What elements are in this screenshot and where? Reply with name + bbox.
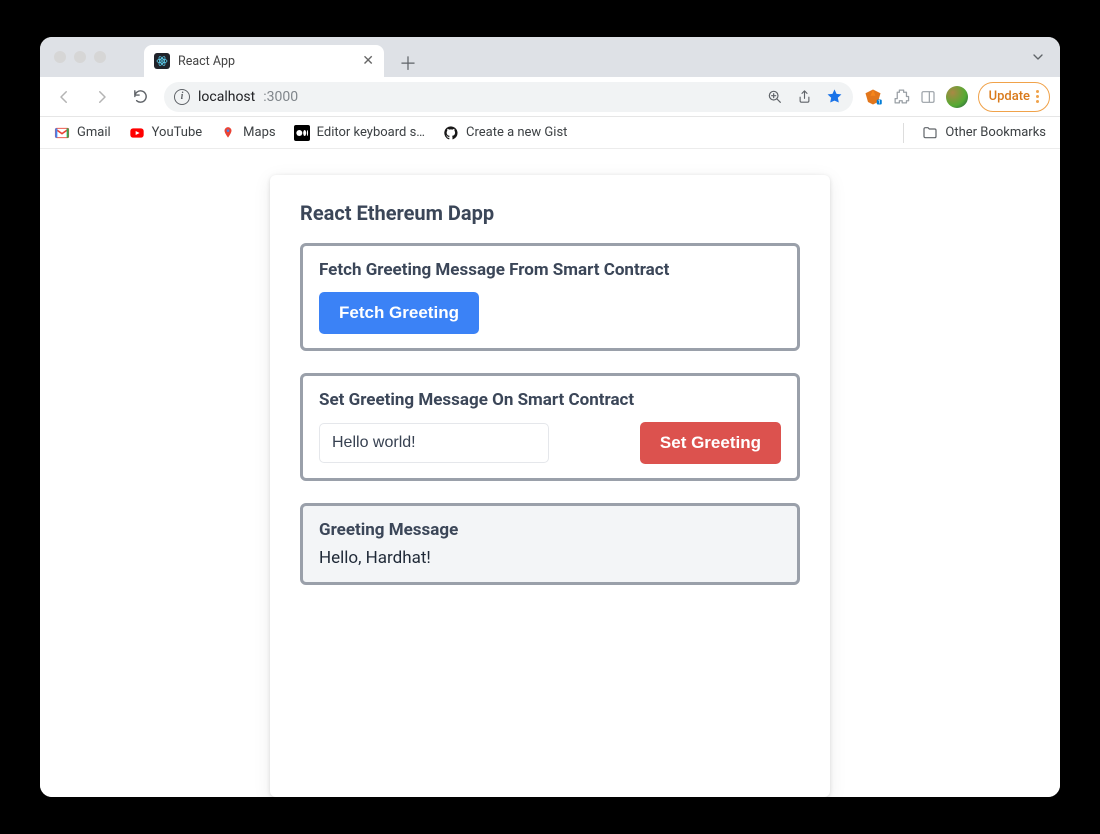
new-tab-button[interactable]: ＋ — [394, 49, 422, 77]
close-window-icon[interactable] — [54, 51, 66, 63]
tab-strip: React App ✕ ＋ — [40, 37, 1060, 77]
svg-text:1: 1 — [878, 100, 881, 105]
site-info-icon[interactable]: i — [174, 89, 190, 105]
bookmark-star-icon[interactable] — [826, 88, 843, 105]
zoom-icon[interactable] — [767, 89, 783, 105]
browser-toolbar: i localhost:3000 1 Upd — [40, 77, 1060, 117]
result-heading: Greeting Message — [319, 520, 781, 540]
other-bookmarks-label: Other Bookmarks — [945, 125, 1046, 140]
folder-icon — [922, 125, 938, 141]
bookmark-label: Gmail — [77, 125, 111, 140]
react-favicon-icon — [154, 53, 170, 69]
menu-dots-icon — [1036, 90, 1039, 103]
bookmark-gist[interactable]: Create a new Gist — [443, 125, 567, 141]
url-port: :3000 — [263, 89, 298, 105]
reload-button[interactable] — [126, 83, 154, 111]
bookmark-label: Create a new Gist — [466, 125, 567, 140]
set-greeting-button[interactable]: Set Greeting — [640, 422, 781, 464]
app-title: React Ethereum Dapp — [300, 201, 800, 225]
tab-list-chevron-icon[interactable] — [1030, 49, 1046, 65]
maximize-window-icon[interactable] — [94, 51, 106, 63]
result-panel: Greeting Message Hello, Hardhat! — [300, 503, 800, 585]
maps-icon — [220, 125, 236, 141]
bookmarks-divider — [903, 123, 904, 143]
bookmarks-bar: Gmail YouTube Maps Editor keyboard s… Cr… — [40, 117, 1060, 149]
set-heading: Set Greeting Message On Smart Contract — [319, 390, 781, 410]
window-controls — [54, 51, 106, 63]
bookmark-label: YouTube — [152, 125, 203, 140]
greeting-input[interactable] — [319, 423, 549, 463]
set-panel: Set Greeting Message On Smart Contract S… — [300, 373, 800, 481]
minimize-window-icon[interactable] — [74, 51, 86, 63]
extensions-icon[interactable] — [893, 88, 910, 105]
url-host: localhost — [198, 89, 255, 105]
app-card: React Ethereum Dapp Fetch Greeting Messa… — [270, 175, 830, 797]
browser-window: React App ✕ ＋ i localhost :3000 — [40, 37, 1060, 797]
close-tab-icon[interactable]: ✕ — [362, 54, 374, 68]
update-label: Update — [989, 89, 1030, 104]
bookmark-youtube[interactable]: YouTube — [129, 125, 203, 141]
side-panel-icon[interactable] — [920, 89, 936, 105]
github-icon — [443, 125, 459, 141]
forward-button[interactable] — [88, 83, 116, 111]
bookmark-label: Maps — [243, 125, 275, 140]
gmail-icon — [54, 125, 70, 141]
youtube-icon — [129, 125, 145, 141]
bookmark-gmail[interactable]: Gmail — [54, 125, 111, 141]
page-content: React Ethereum Dapp Fetch Greeting Messa… — [40, 149, 1060, 797]
update-button[interactable]: Update — [978, 82, 1050, 112]
bookmark-label: Editor keyboard s… — [317, 125, 425, 140]
greeting-message-value: Hello, Hardhat! — [319, 548, 781, 568]
other-bookmarks[interactable]: Other Bookmarks — [922, 125, 1046, 141]
address-bar[interactable]: i localhost :3000 — [164, 82, 853, 112]
fetch-heading: Fetch Greeting Message From Smart Contra… — [319, 260, 781, 280]
fetch-greeting-button[interactable]: Fetch Greeting — [319, 292, 479, 334]
tab-title: React App — [178, 54, 235, 69]
medium-icon — [294, 125, 310, 141]
bookmark-editor-keyboard[interactable]: Editor keyboard s… — [294, 125, 425, 141]
bookmark-maps[interactable]: Maps — [220, 125, 275, 141]
profile-avatar[interactable] — [946, 86, 968, 108]
share-icon[interactable] — [797, 89, 812, 104]
fetch-panel: Fetch Greeting Message From Smart Contra… — [300, 243, 800, 351]
metamask-extension-icon[interactable]: 1 — [863, 87, 883, 107]
browser-tab[interactable]: React App ✕ — [144, 45, 384, 77]
back-button[interactable] — [50, 83, 78, 111]
